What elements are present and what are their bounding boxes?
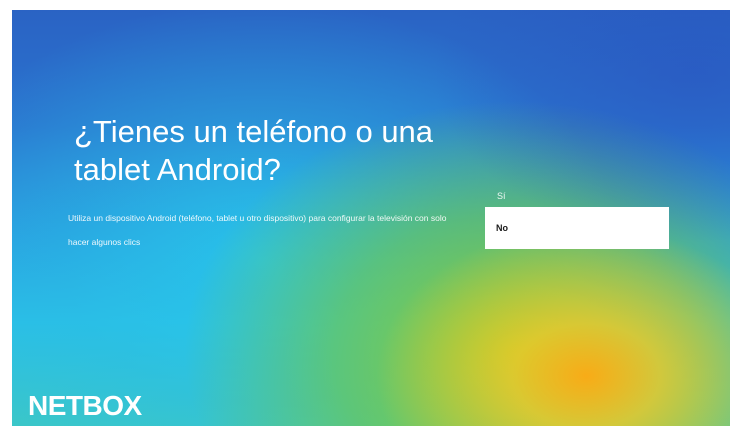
setup-screen: ¿Tienes un teléfono o una tablet Android…	[12, 10, 730, 426]
page-description: Utiliza un dispositivo Android (teléfono…	[68, 213, 447, 247]
option-yes[interactable]: Sí	[497, 186, 617, 206]
page-title: ¿Tienes un teléfono o una tablet Android…	[74, 114, 434, 187]
option-no-label: No	[496, 223, 508, 233]
option-yes-label: Sí	[497, 191, 506, 201]
option-no[interactable]: No	[485, 207, 669, 249]
brand-logo: NETBOX	[28, 390, 142, 421]
